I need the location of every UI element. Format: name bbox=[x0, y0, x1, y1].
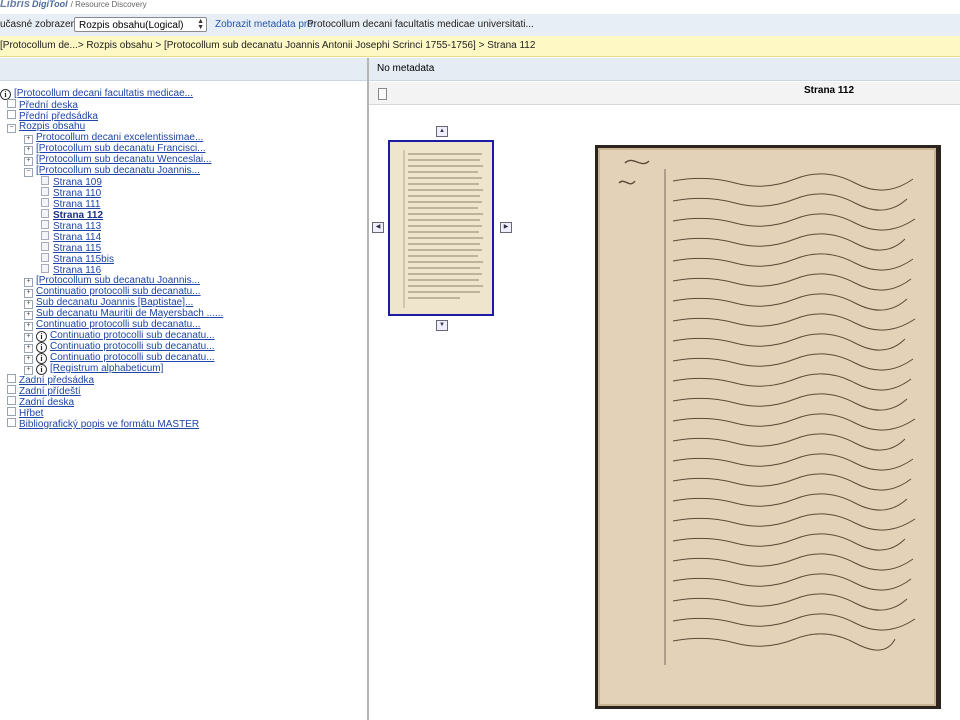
page-icon[interactable] bbox=[41, 231, 49, 240]
page-icon[interactable] bbox=[41, 253, 49, 262]
tree-item[interactable]: Zadní deska bbox=[7, 396, 74, 408]
breadcrumb: [Protocollum de...> Rozpis obsahu > [Pro… bbox=[0, 36, 960, 57]
view-select[interactable]: Rozpis obsahu(Logical) ▲ ▼ bbox=[74, 17, 207, 32]
tree-item-label[interactable]: [Protocollum sub decanatu Joannis... bbox=[36, 165, 200, 176]
next-page-icon[interactable]: ▶ bbox=[500, 222, 512, 233]
tree-pane-header bbox=[0, 58, 367, 81]
tree-item[interactable]: − Rozpis obsahu bbox=[7, 121, 85, 133]
document-icon[interactable] bbox=[378, 88, 387, 100]
select-arrows-icon: ▲ ▼ bbox=[197, 18, 204, 31]
tree-item[interactable]: − [Protocollum sub decanatu Joannis... bbox=[24, 165, 200, 177]
libris-logo: Libris DigiTool / Resource Discovery bbox=[0, 0, 147, 10]
document-node-icon[interactable] bbox=[7, 396, 16, 405]
no-metadata-label: No metadata bbox=[369, 58, 960, 81]
tree-item[interactable]: + [Protocollum sub decanatu Francisci... bbox=[24, 143, 206, 155]
prev-up-icon[interactable]: ▲ bbox=[436, 126, 448, 137]
page-title: Strana 112 bbox=[804, 85, 855, 96]
metadata-target: Protocollum decani facultatis medicae un… bbox=[307, 19, 534, 30]
tree-item[interactable]: + i Continuatio protocolli sub decanatu... bbox=[24, 352, 215, 364]
page-icon[interactable] bbox=[41, 176, 49, 185]
tree-item-label[interactable]: Continuatio protocolli sub decanatu... bbox=[36, 319, 201, 330]
tree-item[interactable]: Strana 112 bbox=[41, 209, 103, 221]
tree-item[interactable]: Bibliografický popis ve formátu MASTER bbox=[7, 418, 199, 430]
tree-item[interactable]: Zadní předsádka bbox=[7, 374, 94, 386]
tree-item[interactable]: Hřbet bbox=[7, 407, 43, 419]
collapse-icon[interactable]: − bbox=[7, 124, 16, 133]
view-label: učasné zobrazení: bbox=[0, 19, 82, 30]
tree-item[interactable]: + i Continuatio protocolli sub decanatu... bbox=[24, 341, 215, 353]
tree-item[interactable]: Strana 115 bbox=[41, 242, 101, 254]
tree-item[interactable]: Strana 113 bbox=[41, 220, 101, 232]
tree-item-label[interactable]: [Registrum alphabeticum] bbox=[50, 363, 163, 374]
document-node-icon[interactable] bbox=[7, 110, 16, 119]
page-icon[interactable] bbox=[41, 198, 49, 207]
document-node-icon[interactable] bbox=[7, 374, 16, 383]
document-node-icon[interactable] bbox=[7, 407, 16, 416]
tree-item[interactable]: + Sub decanatu Joannis [Baptistae]... bbox=[24, 297, 193, 309]
tree-item-label[interactable]: Sub decanatu Mauritii de Mayersbach ....… bbox=[36, 308, 223, 319]
tree-item-label[interactable]: Rozpis obsahu bbox=[19, 121, 85, 132]
previous-page-icon[interactable]: ◀ bbox=[372, 222, 384, 233]
tree-item[interactable]: Přední předsádka bbox=[7, 110, 98, 122]
page-image[interactable] bbox=[595, 145, 941, 709]
tree-item[interactable]: Strana 110 bbox=[41, 187, 101, 199]
page-title-bar: Strana 112 bbox=[369, 82, 960, 105]
breadcrumb-text[interactable]: [Protocollum de...> Rozpis obsahu > [Pro… bbox=[0, 40, 535, 51]
tree-item[interactable]: Strana 114 bbox=[41, 231, 101, 243]
tree-item-label[interactable]: [Protocollum sub decanatu Francisci... bbox=[36, 143, 206, 154]
page-icon[interactable] bbox=[41, 187, 49, 196]
page-icon[interactable] bbox=[41, 264, 49, 273]
document-node-icon[interactable] bbox=[7, 385, 16, 394]
tree-item[interactable]: i [Protocollum decani facultatis medicae.… bbox=[0, 88, 193, 100]
structure-tree-pane: i [Protocollum decani facultatis medicae.… bbox=[0, 58, 369, 720]
tree-item[interactable]: + Sub decanatu Mauritii de Mayersbach ...… bbox=[24, 308, 223, 320]
tree-item-label[interactable]: Continuatio protocolli sub decanatu... bbox=[50, 352, 215, 363]
tree-item[interactable]: Zadní přídeští bbox=[7, 385, 81, 397]
tree-item[interactable]: + Continuatio protocolli sub decanatu... bbox=[24, 319, 201, 331]
tree-item[interactable]: + [Protocollum sub decanatu Wenceslai... bbox=[24, 154, 211, 166]
next-down-icon[interactable]: ▼ bbox=[436, 320, 448, 331]
app-header: Libris DigiTool / Resource Discovery bbox=[0, 0, 960, 14]
document-node-icon[interactable] bbox=[7, 418, 16, 427]
tree-item-label[interactable]: Sub decanatu Joannis [Baptistae]... bbox=[36, 297, 193, 308]
tree-item[interactable]: Strana 116 bbox=[41, 264, 101, 276]
tree-item[interactable]: Strana 115bis bbox=[41, 253, 114, 265]
viewer-pane: No metadata Strana 112 ▲ ◀ ▶ ▼ bbox=[369, 58, 960, 720]
show-metadata-link[interactable]: Zobrazit metadata pro: bbox=[215, 19, 316, 30]
tree-item-label[interactable]: Continuatio protocolli sub decanatu... bbox=[36, 286, 201, 297]
page-icon[interactable] bbox=[41, 209, 49, 218]
tree-item[interactable]: + Protocollum decani excelentissimae... bbox=[24, 132, 203, 144]
tree-item-label[interactable]: [Protocollum sub decanatu Joannis... bbox=[36, 275, 200, 286]
collapse-icon[interactable]: − bbox=[24, 168, 33, 177]
tree-item[interactable]: Přední deska bbox=[7, 99, 78, 111]
view-toolbar: učasné zobrazení: Rozpis obsahu(Logical)… bbox=[0, 14, 960, 37]
tree-item-label[interactable]: [Protocollum sub decanatu Wenceslai... bbox=[36, 154, 211, 165]
page-icon[interactable] bbox=[41, 220, 49, 229]
tree-item[interactable]: + Continuatio protocolli sub decanatu... bbox=[24, 286, 201, 298]
tree-item-label[interactable]: Bibliografický popis ve formátu MASTER bbox=[19, 419, 199, 430]
tree-item[interactable]: + i Continuatio protocolli sub decanatu... bbox=[24, 330, 215, 342]
tree-item-label[interactable]: [Protocollum decani facultatis medicae..… bbox=[14, 88, 193, 99]
tree-item[interactable]: + [Protocollum sub decanatu Joannis... bbox=[24, 275, 200, 287]
page-thumbnail[interactable] bbox=[388, 140, 494, 316]
document-node-icon[interactable] bbox=[7, 99, 16, 108]
tree-item[interactable]: Strana 111 bbox=[41, 198, 100, 210]
tree-item[interactable]: Strana 109 bbox=[41, 176, 102, 188]
thumbnail-image bbox=[390, 142, 492, 314]
tree-item-label[interactable]: Continuatio protocolli sub decanatu... bbox=[50, 341, 215, 352]
tree-item-label[interactable]: Protocollum decani excelentissimae... bbox=[36, 132, 203, 143]
page-icon[interactable] bbox=[41, 242, 49, 251]
tree-item[interactable]: + i [Registrum alphabeticum] bbox=[24, 363, 163, 375]
manuscript-page-image bbox=[595, 145, 941, 709]
tree-item-label[interactable]: Continuatio protocolli sub decanatu... bbox=[50, 330, 215, 341]
